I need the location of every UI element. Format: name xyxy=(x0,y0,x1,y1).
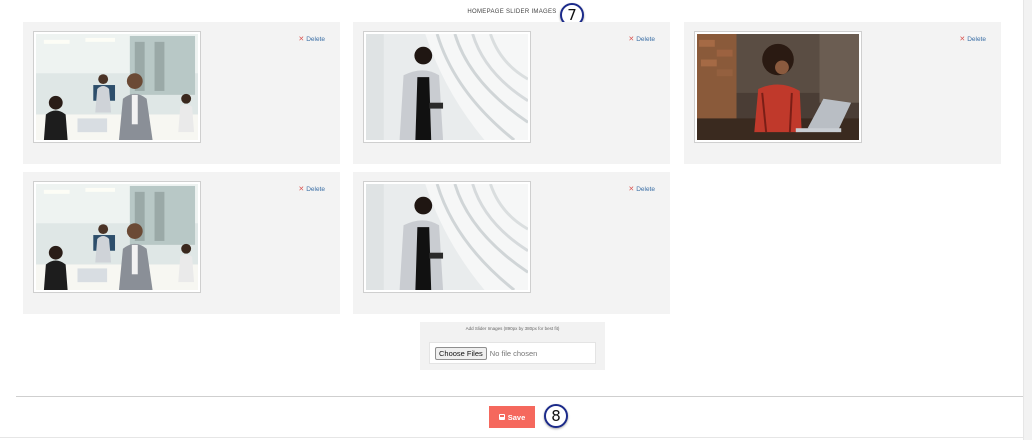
scrollbar-track[interactable] xyxy=(1023,0,1032,440)
slider-image-thumbnail xyxy=(363,31,531,143)
bottom-divider xyxy=(0,437,1024,438)
x-icon: ✕ xyxy=(298,36,305,43)
slider-image-thumbnail xyxy=(33,181,201,293)
slider-image-card: ✕ Delete xyxy=(353,22,670,164)
delete-image-link[interactable]: ✕ Delete xyxy=(298,185,325,194)
slider-image-card: ✕ Delete xyxy=(23,172,340,314)
footer-divider xyxy=(16,396,1023,397)
delete-image-link[interactable]: ✕ Delete xyxy=(628,35,655,44)
woman-with-laptop-photo xyxy=(697,34,859,140)
delete-image-link[interactable]: ✕ Delete xyxy=(298,35,325,44)
add-slider-images-panel: Add Slider Images (890px by 380px for be… xyxy=(420,322,605,370)
woman-with-tablet-photo xyxy=(366,34,528,140)
slider-image-card: ✕ Delete xyxy=(23,22,340,164)
delete-image-link[interactable]: ✕ Delete xyxy=(959,35,986,44)
no-file-label: No file chosen xyxy=(489,348,538,358)
woman-with-tablet-photo xyxy=(366,184,528,290)
slider-image-card: ✕ Delete xyxy=(353,172,670,314)
office-meeting-photo xyxy=(36,34,198,140)
section-title: HOMEPAGE SLIDER IMAGES xyxy=(467,9,557,15)
floppy-disk-icon xyxy=(498,414,505,420)
x-icon: ✕ xyxy=(628,186,635,193)
save-button[interactable]: Save xyxy=(489,406,535,428)
slider-image-thumbnail xyxy=(694,31,862,143)
slider-image-thumbnail xyxy=(363,181,531,293)
choose-files-button[interactable]: Choose Files xyxy=(435,346,487,360)
office-meeting-photo xyxy=(36,184,198,290)
slider-image-thumbnail xyxy=(33,31,201,143)
x-icon: ✕ xyxy=(959,36,966,43)
step-badge-8: 8 xyxy=(544,404,568,428)
delete-image-link[interactable]: ✕ Delete xyxy=(628,185,655,194)
x-icon: ✕ xyxy=(628,36,635,43)
upload-hint: Add Slider Images (890px by 380px for be… xyxy=(465,326,560,331)
slider-image-card: ✕ Delete xyxy=(684,22,1001,164)
x-icon: ✕ xyxy=(298,186,305,193)
file-input[interactable]: Choose Files No file chosen xyxy=(429,342,596,364)
